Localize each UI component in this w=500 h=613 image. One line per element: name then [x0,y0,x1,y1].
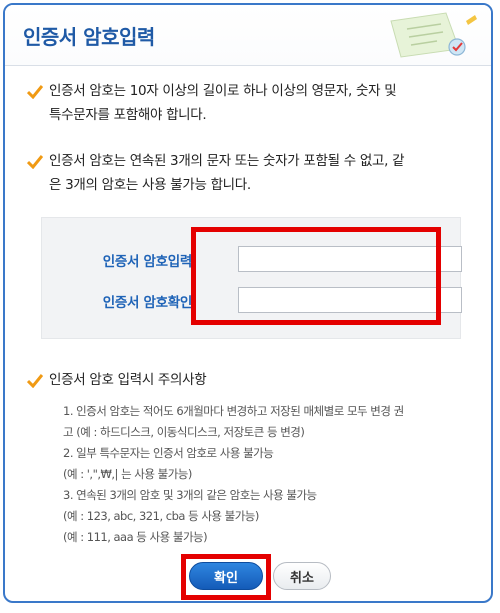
password-confirm-label: 인증서 암호확인 [102,295,193,311]
caution-line: (예 : 123, abc, 321, cba 등 사용 불가능) [63,509,259,523]
dialog-header: 인증서 암호입력 [5,5,491,66]
cancel-button[interactable]: 취소 [273,562,331,590]
certificate-decoration-icon [390,12,477,58]
rule-text-line: 특수문자를 포함해야 합니다. [49,107,207,123]
dialog-content: 인증서 암호는 10자 이상의 길이로 하나 이상의 영문자, 숫자 및 특수문… [5,65,491,601]
rule-text-line: 인증서 암호는 10자 이상의 길이로 하나 이상의 영문자, 숫자 및 [49,83,397,99]
caution-line: 3. 연속된 3개의 암호 및 3개의 같은 암호는 사용 불가능 [63,488,317,502]
caution-line: 1. 인증서 암호는 적어도 6개월마다 변경하고 저장된 매체별로 모두 변경… [63,404,404,418]
rule-text-line: 은 3개의 암호는 사용 불가능 합니다. [49,177,251,193]
caution-line: 고 (예 : 하드디스크, 이동식디스크, 저장토큰 등 변경) [63,425,305,439]
cautions-heading: 인증서 암호 입력시 주의사항 [49,372,207,388]
checkmark-icon [27,374,43,388]
caution-line: (예 : ',",₩,| 는 사용 불가능) [63,467,192,481]
password-form: 인증서 암호입력 인증서 암호확인 [41,217,462,339]
certificate-password-dialog: 인증서 암호입력 인증서 암호는 10자 이상의 길이로 하나 이상의 영문자,… [3,3,493,603]
cautions-list: 1. 인증서 암호는 적어도 6개월마다 변경하고 저장된 매체별로 모두 변경… [63,401,404,548]
rule-text-line: 인증서 암호는 연속된 3개의 문자 또는 숫자가 포함될 수 없고, 같 [49,153,405,169]
caution-line: 2. 일부 특수문자는 인증서 암호로 사용 불가능 [63,446,274,460]
password-input[interactable] [238,246,462,272]
checkmark-icon [27,85,43,99]
dialog-title: 인증서 암호입력 [23,25,155,49]
password-label: 인증서 암호입력 [102,254,193,270]
caution-line: (예 : 111, aaa 등 사용 불가능) [63,530,208,544]
checkmark-icon [27,155,43,169]
rule-password-sequence: 인증서 암호는 연속된 3개의 문자 또는 숫자가 포함될 수 없고, 같 은 … [49,149,405,197]
ok-button[interactable]: 확인 [189,562,263,590]
rule-password-length: 인증서 암호는 10자 이상의 길이로 하나 이상의 영문자, 숫자 및 특수문… [49,79,397,127]
password-confirm-input[interactable] [238,287,462,313]
